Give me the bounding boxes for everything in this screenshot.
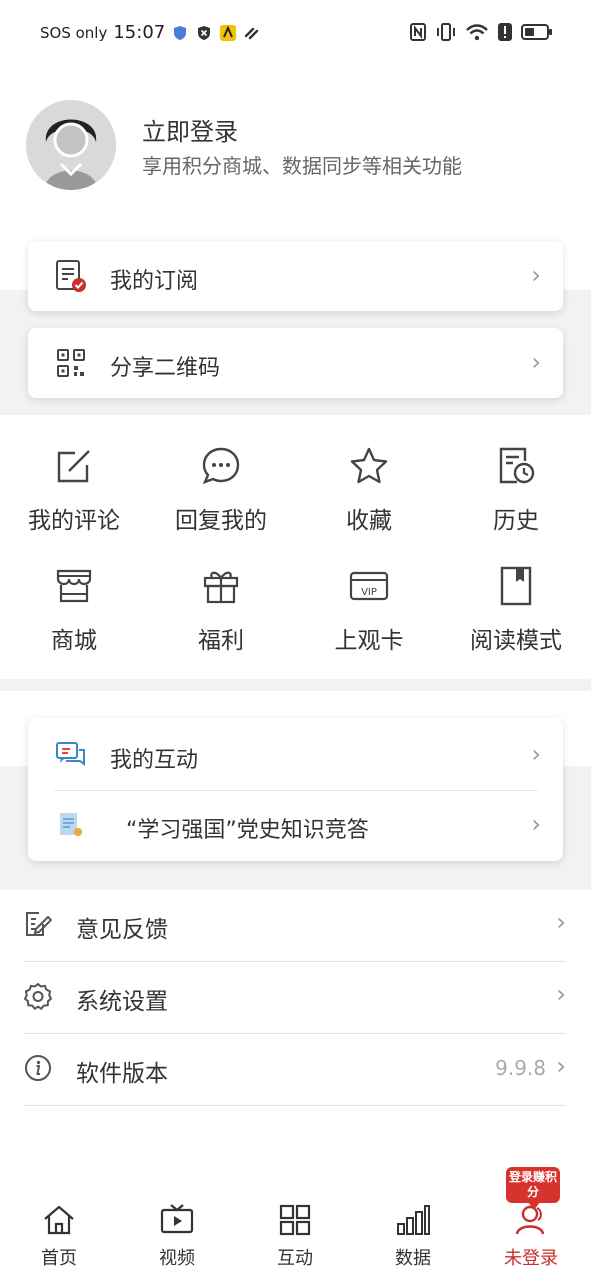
grid-item-label: 收藏 xyxy=(346,508,392,534)
badge-text: 登录赚积分 xyxy=(508,1170,557,1199)
link-icon xyxy=(245,27,259,39)
shield-icon xyxy=(174,25,187,40)
chevron-right-icon: › xyxy=(531,740,541,768)
login-title[interactable]: 立即登录 xyxy=(142,112,238,147)
avatar[interactable] xyxy=(26,100,116,190)
card-item-my-interaction[interactable]: 我的互动 › xyxy=(28,718,563,790)
nfc-icon xyxy=(410,23,426,41)
status-right xyxy=(409,22,553,42)
grid-item-store[interactable]: 商城 xyxy=(0,565,148,665)
clock: 15:07 xyxy=(113,22,166,43)
login-reward-badge[interactable]: 登录赚积分 xyxy=(506,1167,560,1210)
bookmark-icon xyxy=(500,566,532,606)
chevron-right-icon: › xyxy=(556,908,566,936)
grid-item-label: 福利 xyxy=(198,628,244,654)
interaction-icon xyxy=(54,738,88,772)
card-item-quiz[interactable]: “学习强国”党史知识竞答 › xyxy=(28,790,563,861)
tab-home[interactable]: 首页 xyxy=(0,1180,118,1280)
qr-code-card[interactable]: 分享二维码 › xyxy=(28,328,563,398)
grid-item-replies[interactable]: 回复我的 xyxy=(147,445,295,545)
list-item-settings[interactable]: 系统设置 › xyxy=(24,962,566,1034)
grid-icon xyxy=(279,1204,311,1236)
feedback-icon xyxy=(26,912,52,936)
grid-item-label: 上观卡 xyxy=(334,628,404,654)
app-notification-icon xyxy=(220,24,237,41)
battery-icon xyxy=(521,24,552,40)
grid-item-label: 历史 xyxy=(493,508,539,534)
subscription-card[interactable]: 我的订阅 › xyxy=(28,241,563,311)
card-item-label: “学习强国”党史知识竞答 xyxy=(126,818,369,843)
svg-text:VIP: VIP xyxy=(361,587,377,598)
quiz-icon xyxy=(54,808,88,842)
tab-video[interactable]: 视频 xyxy=(118,1180,236,1280)
default-avatar-icon xyxy=(26,100,116,190)
profile-section[interactable]: 立即登录 享用积分商城、数据同步等相关功能 xyxy=(0,80,591,230)
grid-item-reading-mode[interactable]: 阅读模式 xyxy=(442,565,590,665)
tab-label: 数据 xyxy=(395,1248,431,1269)
card-item-label: 我的互动 xyxy=(110,748,199,773)
grid-item-label: 我的评论 xyxy=(28,508,120,534)
tab-label: 视频 xyxy=(159,1248,195,1269)
grid-item-benefits[interactable]: 福利 xyxy=(147,565,295,665)
status-left: SOS only 15:07 xyxy=(40,22,261,43)
grid-item-label: 阅读模式 xyxy=(470,628,562,654)
home-icon xyxy=(44,1205,74,1235)
chat-bubble-icon xyxy=(202,447,240,485)
chevron-right-icon: › xyxy=(531,261,541,289)
star-icon xyxy=(350,447,388,484)
edit-comment-icon xyxy=(57,450,90,483)
alert-icon xyxy=(498,23,512,41)
wifi-icon xyxy=(466,24,488,41)
qr-code-icon xyxy=(54,346,88,380)
tab-label: 首页 xyxy=(41,1248,77,1269)
chevron-right-icon: › xyxy=(531,348,541,376)
section-divider xyxy=(0,679,591,691)
grid-item-my-comments[interactable]: 我的评论 xyxy=(0,445,148,545)
interaction-card: 我的互动 › “学习强国”党史知识竞答 › xyxy=(28,718,563,861)
grid-item-history[interactable]: 历史 xyxy=(442,445,590,545)
tab-interact[interactable]: 互动 xyxy=(236,1180,354,1280)
version-number: 9.9.8 xyxy=(495,1056,546,1080)
chevron-right-icon: › xyxy=(556,980,566,1008)
card-item-label: 我的订阅 xyxy=(110,269,199,294)
vip-card-icon: VIP xyxy=(349,571,389,601)
card-item-label: 分享二维码 xyxy=(110,356,221,381)
gear-icon xyxy=(24,983,52,1010)
subscription-icon xyxy=(54,259,88,293)
grid-item-label: 回复我的 xyxy=(175,508,267,534)
grid-item-favorites[interactable]: 收藏 xyxy=(295,445,443,545)
list-item-feedback[interactable]: 意见反馈 › xyxy=(24,890,566,962)
info-icon xyxy=(25,1055,51,1081)
chevron-right-icon: › xyxy=(531,810,541,838)
grid-item-vip-card[interactable]: VIP 上观卡 xyxy=(295,565,443,665)
login-subtitle: 享用积分商城、数据同步等相关功能 xyxy=(142,154,462,178)
video-icon xyxy=(160,1204,194,1234)
carrier-text: SOS only xyxy=(40,23,108,42)
tab-data[interactable]: 数据 xyxy=(354,1180,472,1280)
list-item-label: 系统设置 xyxy=(76,989,168,1015)
list-item-version[interactable]: 软件版本 9.9.8 › xyxy=(24,1034,566,1106)
list-item-label: 软件版本 xyxy=(76,1061,168,1087)
feature-grid: 我的评论 回复我的 收藏 历史 商城 福利 VIP 上观卡 阅读模式 xyxy=(0,415,591,679)
tab-label: 未登录 xyxy=(504,1248,558,1269)
history-icon xyxy=(499,447,535,484)
grid-item-label: 商城 xyxy=(51,628,97,654)
store-icon xyxy=(56,569,92,603)
tab-label: 互动 xyxy=(277,1248,313,1269)
list-item-label: 意见反馈 xyxy=(76,917,168,943)
gift-icon xyxy=(203,571,239,604)
card-item-subscription[interactable]: 我的订阅 › xyxy=(28,241,563,311)
bottom-tab-bar: 首页 视频 互动 数据 未登录 xyxy=(0,1180,591,1280)
blocked-icon xyxy=(198,25,211,40)
card-item-share-qr[interactable]: 分享二维码 › xyxy=(28,328,563,398)
status-bar: SOS only 15:07 xyxy=(0,0,591,64)
bar-chart-icon xyxy=(397,1205,430,1235)
chevron-right-icon: › xyxy=(556,1052,566,1080)
vibrate-icon xyxy=(437,23,455,41)
